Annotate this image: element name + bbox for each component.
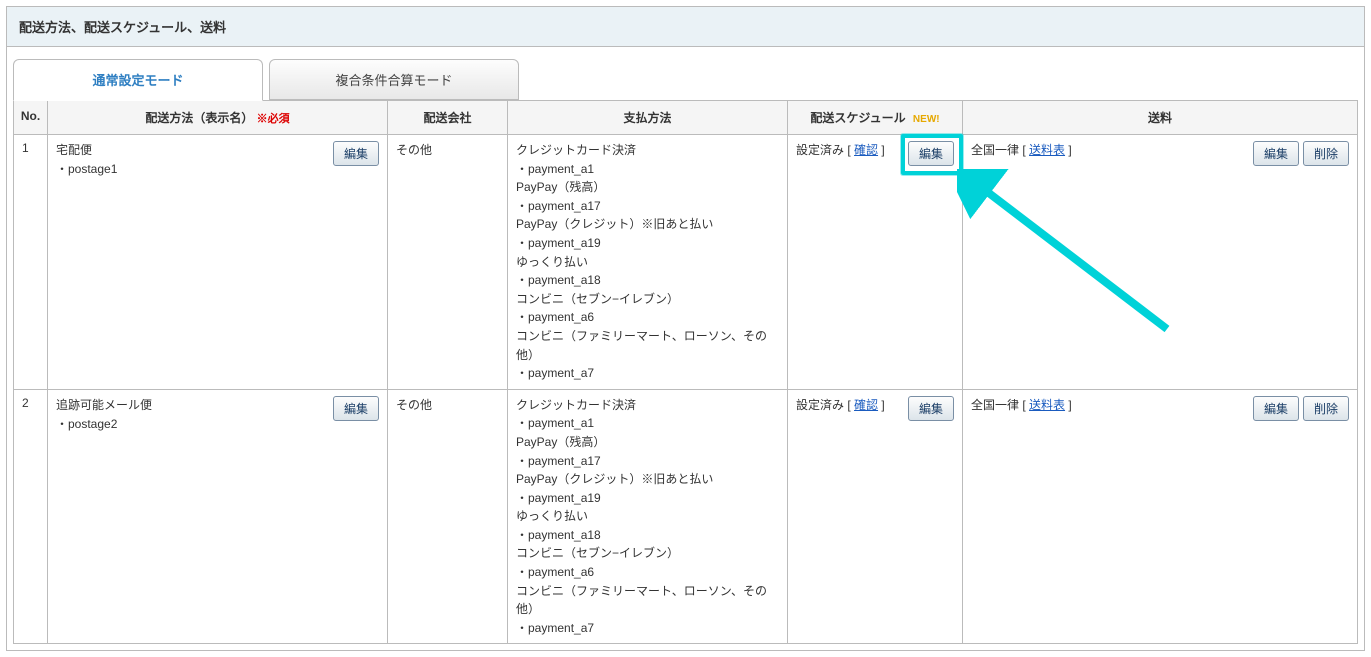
- payment-line: ・payment_a18: [516, 271, 779, 290]
- edit-schedule-button[interactable]: 編集: [908, 396, 954, 421]
- confirm-link[interactable]: 確認: [854, 143, 878, 157]
- cell-fee: 全国一律 [ 送料表 ]編集削除: [963, 389, 1358, 644]
- mode-tabs: 通常設定モード 複合条件合算モード: [13, 59, 1364, 100]
- cell-no: 2: [14, 389, 48, 644]
- settings-panel: 配送方法、配送スケジュール、送料 通常設定モード 複合条件合算モード No. 配…: [6, 6, 1365, 651]
- tab-composite-label: 複合条件合算モード: [335, 73, 452, 88]
- payment-line: ・payment_a1: [516, 160, 779, 179]
- col-method-label: 配送方法（表示名）: [145, 111, 253, 125]
- col-no: No.: [14, 101, 48, 135]
- method-name: 宅配便: [56, 141, 117, 160]
- fee-scope: 全国一律: [971, 398, 1019, 412]
- required-mark: ※必須: [257, 113, 290, 125]
- payment-line: クレジットカード決済: [516, 141, 779, 160]
- payment-line: クレジットカード決済: [516, 396, 779, 415]
- payment-line: PayPay（残高）: [516, 433, 779, 452]
- fee-table-link[interactable]: 送料表: [1029, 143, 1065, 157]
- cell-carrier: その他: [388, 389, 508, 644]
- schedule-status: 設定済み: [796, 398, 844, 412]
- payment-line: ・payment_a19: [516, 234, 779, 253]
- cell-no: 1: [14, 135, 48, 390]
- payment-line: コンビニ（ファミリーマート、ローソン、その他）: [516, 327, 779, 364]
- cell-payment: クレジットカード決済・payment_a1PayPay（残高）・payment_…: [508, 135, 788, 390]
- payment-line: コンビニ（セブン−イレブン）: [516, 290, 779, 309]
- delete-fee-button[interactable]: 削除: [1303, 396, 1349, 421]
- cell-schedule: 設定済み [ 確認 ]編集: [788, 135, 963, 390]
- panel-title: 配送方法、配送スケジュール、送料: [19, 20, 226, 35]
- payment-line: PayPay（残高）: [516, 178, 779, 197]
- table-container: No. 配送方法（表示名） ※必須 配送会社 支払方法 配送スケジュール NEW…: [13, 100, 1358, 644]
- col-schedule-label: 配送スケジュール: [810, 111, 905, 125]
- method-code: ・postage2: [56, 415, 152, 434]
- payment-line: ゆっくり払い: [516, 253, 779, 272]
- method-name: 追跡可能メール便: [56, 396, 152, 415]
- tab-normal-mode[interactable]: 通常設定モード: [13, 59, 263, 101]
- method-code: ・postage1: [56, 160, 117, 179]
- payment-line: ・payment_a7: [516, 364, 779, 383]
- col-schedule: 配送スケジュール NEW!: [788, 101, 963, 135]
- edit-fee-button[interactable]: 編集: [1253, 396, 1299, 421]
- col-fee: 送料: [963, 101, 1358, 135]
- payment-line: ・payment_a6: [516, 563, 779, 582]
- schedule-status: 設定済み: [796, 143, 844, 157]
- cell-method: 宅配便・postage1 編集: [48, 135, 388, 390]
- payment-line: コンビニ（セブン−イレブン）: [516, 544, 779, 563]
- fee-scope: 全国一律: [971, 143, 1019, 157]
- table-row: 2追跡可能メール便・postage2編集その他クレジットカード決済・paymen…: [14, 389, 1358, 644]
- fee-table-link[interactable]: 送料表: [1029, 398, 1065, 412]
- edit-schedule-button[interactable]: 編集: [908, 141, 954, 166]
- payment-line: ・payment_a6: [516, 308, 779, 327]
- payment-line: ゆっくり払い: [516, 507, 779, 526]
- payment-line: ・payment_a18: [516, 526, 779, 545]
- col-payment: 支払方法: [508, 101, 788, 135]
- tab-normal-label: 通常設定モード: [92, 73, 183, 88]
- payment-line: ・payment_a19: [516, 489, 779, 508]
- payment-line: コンビニ（ファミリーマート、ローソン、その他）: [516, 582, 779, 619]
- payment-line: ・payment_a17: [516, 452, 779, 471]
- edit-method-button[interactable]: 編集: [333, 141, 379, 166]
- edit-method-button[interactable]: 編集: [333, 396, 379, 421]
- panel-header: 配送方法、配送スケジュール、送料: [7, 7, 1364, 47]
- payment-line: PayPay（クレジット）※旧あと払い: [516, 215, 779, 234]
- col-method: 配送方法（表示名） ※必須: [48, 101, 388, 135]
- cell-fee: 全国一律 [ 送料表 ]編集削除: [963, 135, 1358, 390]
- delete-fee-button[interactable]: 削除: [1303, 141, 1349, 166]
- payment-line: ・payment_a7: [516, 619, 779, 638]
- cell-method: 追跡可能メール便・postage2 編集: [48, 389, 388, 644]
- tab-composite-mode[interactable]: 複合条件合算モード: [269, 59, 519, 100]
- cell-schedule: 設定済み [ 確認 ]編集: [788, 389, 963, 644]
- confirm-link[interactable]: 確認: [854, 398, 878, 412]
- col-carrier: 配送会社: [388, 101, 508, 135]
- delivery-table: No. 配送方法（表示名） ※必須 配送会社 支払方法 配送スケジュール NEW…: [13, 100, 1358, 644]
- payment-line: ・payment_a17: [516, 197, 779, 216]
- payment-line: PayPay（クレジット）※旧あと払い: [516, 470, 779, 489]
- cell-carrier: その他: [388, 135, 508, 390]
- table-row: 1宅配便・postage1編集その他クレジットカード決済・payment_a1P…: [14, 135, 1358, 390]
- payment-line: ・payment_a1: [516, 414, 779, 433]
- edit-fee-button[interactable]: 編集: [1253, 141, 1299, 166]
- header-row: No. 配送方法（表示名） ※必須 配送会社 支払方法 配送スケジュール NEW…: [14, 101, 1358, 135]
- new-badge: NEW!: [913, 114, 940, 125]
- cell-payment: クレジットカード決済・payment_a1PayPay（残高）・payment_…: [508, 389, 788, 644]
